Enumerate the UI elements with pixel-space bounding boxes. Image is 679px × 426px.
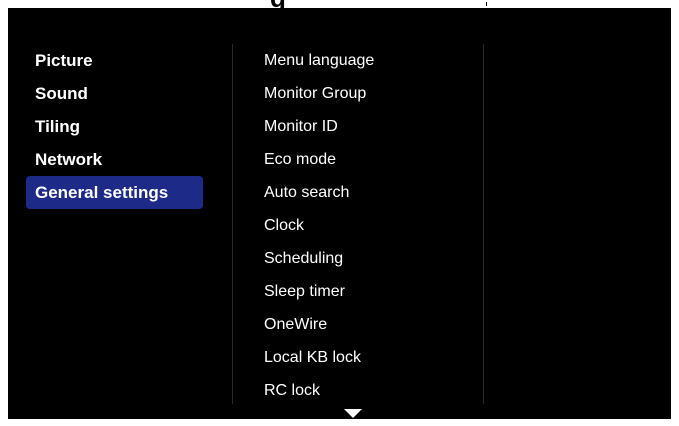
column-divider-left [232, 44, 233, 404]
main-menu-item-label: Sound [35, 84, 88, 103]
crop-tick-mark [486, 2, 487, 6]
submenu-item-sleep-timer[interactable]: Sleep timer [264, 275, 474, 308]
osd-menu-panel: Picture Sound Tiling Network General set… [8, 8, 671, 419]
submenu-item-onewire[interactable]: OneWire [264, 308, 474, 341]
main-menu-item-sound[interactable]: Sound [26, 77, 206, 110]
osd-screenshot: g Picture Sound Tiling Network General s… [0, 0, 679, 426]
submenu-item-clock[interactable]: Clock [264, 209, 474, 242]
column-divider-right [483, 44, 484, 404]
main-menu-item-label: Network [35, 150, 103, 169]
submenu-item-monitor-id[interactable]: Monitor ID [264, 110, 474, 143]
main-menu-item-label: Tiling [35, 117, 81, 136]
submenu: Menu language Monitor Group Monitor ID E… [264, 44, 474, 407]
submenu-item-local-kb-lock[interactable]: Local KB lock [264, 341, 474, 374]
submenu-item-eco-mode[interactable]: Eco mode [264, 143, 474, 176]
main-menu: Picture Sound Tiling Network General set… [26, 44, 206, 209]
submenu-item-rc-lock[interactable]: RC lock [264, 374, 474, 407]
main-menu-item-general-settings[interactable]: General settings [26, 176, 203, 209]
submenu-item-monitor-group[interactable]: Monitor Group [264, 77, 474, 110]
main-menu-item-label: Picture [35, 51, 93, 70]
main-menu-item-network[interactable]: Network [26, 143, 206, 176]
main-menu-item-tiling[interactable]: Tiling [26, 110, 206, 143]
submenu-item-scheduling[interactable]: Scheduling [264, 242, 474, 275]
submenu-item-auto-search[interactable]: Auto search [264, 176, 474, 209]
main-menu-item-picture[interactable]: Picture [26, 44, 206, 77]
submenu-item-menu-language[interactable]: Menu language [264, 44, 474, 77]
triangle-down-icon[interactable] [344, 409, 362, 418]
main-menu-item-label: General settings [35, 183, 169, 202]
